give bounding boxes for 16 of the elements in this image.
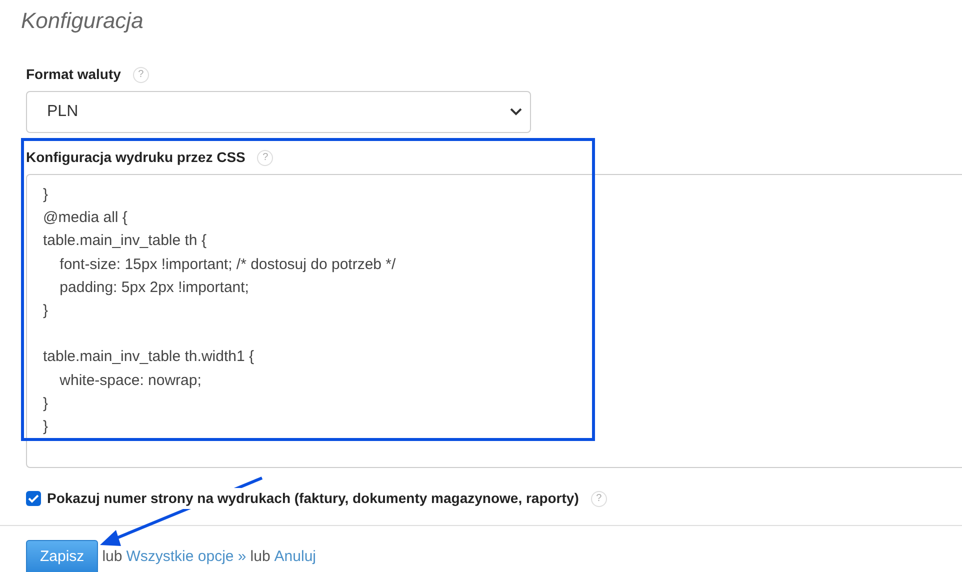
page-title: Konfiguracja: [21, 7, 144, 35]
css-text-field[interactable]: } @media all { table.main_inv_table th { font-size: 15px !important; /* dostosuj do potrzeb */ padding: 5px 2px !important; } table.main_inv_table th.width1 { white-space: nowrap; } }: [26, 174, 962, 468]
help-icon[interactable]: ?: [132, 66, 149, 82]
cancel-link[interactable]: Anuluj: [274, 546, 316, 569]
currency-select[interactable]: PLN: [26, 91, 531, 133]
field-label: Format waluty: [26, 65, 121, 84]
checkbox-label: Pokazuj numer strony na wydrukach (faktury, dokumenty magazynowe, raporty): [47, 488, 579, 509]
help-icon[interactable]: ?: [590, 490, 607, 506]
all-options-link[interactable]: Wszystkie opcje »: [126, 546, 246, 569]
separator-text: lub: [102, 547, 122, 568]
separator-text: lub: [250, 547, 270, 568]
save-button[interactable]: Zapisz: [26, 540, 98, 572]
field-label: Konfiguracja wydruku przez CSS: [26, 148, 246, 167]
checkbox[interactable]: [26, 491, 41, 506]
help-icon[interactable]: ?: [257, 150, 274, 166]
chevron-down-icon: [510, 108, 522, 116]
